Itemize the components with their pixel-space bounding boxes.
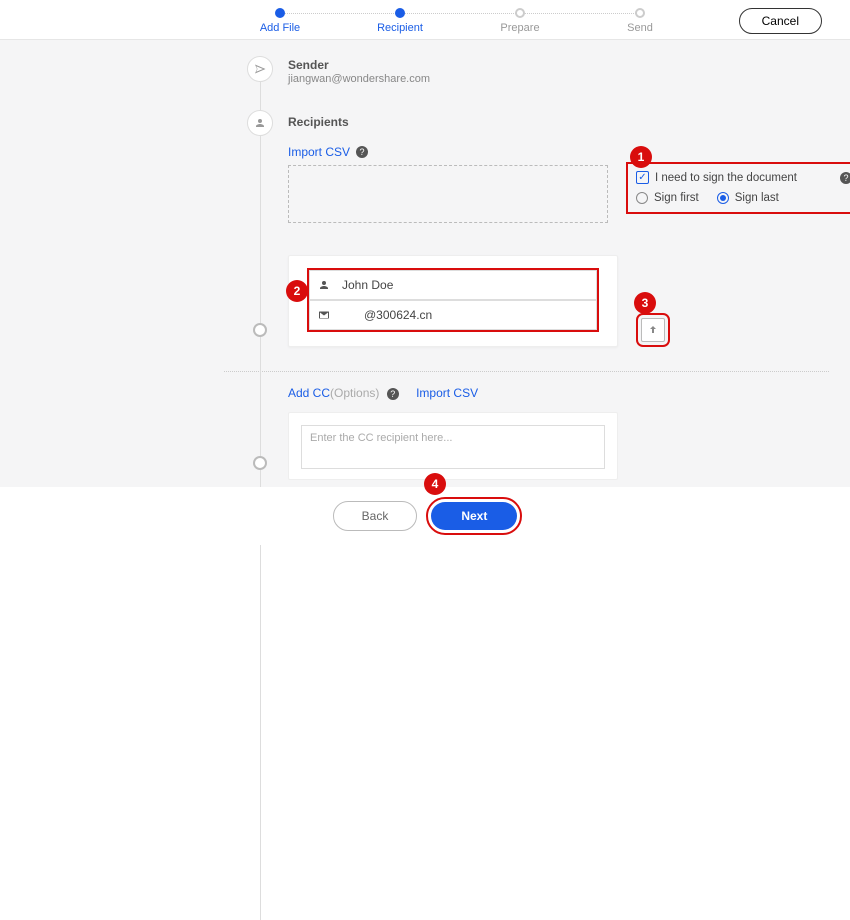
help-icon[interactable]: ? [387, 388, 399, 400]
envelope-icon [318, 309, 332, 321]
step-send[interactable]: Send [580, 8, 700, 34]
sign-options-panel: I need to sign the document ? Sign first… [626, 162, 850, 214]
progress-stepper: Add File Recipient Prepare Send [220, 8, 700, 34]
back-button[interactable]: Back [333, 501, 418, 531]
sign-first-option[interactable]: Sign first [636, 192, 699, 204]
sign-order-row: Sign first Sign last [636, 192, 850, 204]
recipient-card: John Doe @300624.cn [288, 255, 618, 347]
step-connector [280, 13, 400, 14]
step-add-file[interactable]: Add File [220, 8, 340, 34]
cc-placeholder: Enter the CC recipient here... [310, 432, 452, 444]
annotation-badge-1: 1 [630, 146, 652, 168]
cc-links-row: Add CC(Options) ? Import CSV [288, 386, 843, 400]
step-connector [520, 13, 640, 14]
section-divider [224, 371, 829, 372]
radio-icon [636, 192, 648, 204]
top-bar: Add File Recipient Prepare Send Cancel [0, 0, 850, 40]
recipient-email-value: @300624.cn [342, 308, 432, 322]
cc-recipient-input[interactable]: Enter the CC recipient here... [301, 425, 605, 469]
recipient-email-field[interactable]: @300624.cn [309, 300, 597, 330]
cc-import-csv-link[interactable]: Import CSV [416, 386, 478, 400]
help-icon[interactable]: ? [840, 172, 850, 184]
need-sign-label: I need to sign the document [655, 172, 797, 184]
help-icon[interactable]: ? [356, 146, 368, 158]
recipients-title: Recipients [288, 110, 843, 129]
move-up-button[interactable] [641, 318, 665, 342]
footer-bar: Back Next 4 [0, 487, 850, 545]
annotation-badge-4: 4 [424, 473, 446, 495]
step-label: Recipient [377, 22, 423, 34]
csv-dropzone[interactable] [288, 165, 608, 223]
annotation-badge-3: 3 [634, 292, 656, 314]
step-connector [400, 13, 520, 14]
arrow-up-icon [647, 324, 659, 336]
cc-card: Enter the CC recipient here... [288, 412, 618, 480]
step-label: Prepare [500, 22, 539, 34]
step-recipient[interactable]: Recipient [340, 8, 460, 34]
cancel-button[interactable]: Cancel [739, 8, 822, 34]
import-csv-link[interactable]: Import CSV ? [288, 145, 368, 159]
add-cc-link[interactable]: Add CC [288, 386, 330, 400]
person-icon [247, 110, 273, 136]
import-csv-label: Import CSV [288, 145, 350, 159]
sign-last-label: Sign last [735, 192, 779, 204]
step-dot-icon [635, 8, 645, 18]
recipient-fields: John Doe @300624.cn [307, 268, 599, 332]
recipient-name-value: John Doe [342, 278, 393, 292]
sender-row: Sender jiangwan@wondershare.com [238, 58, 843, 98]
paper-plane-icon [247, 56, 273, 82]
main-panel: Sender jiangwan@wondershare.com Recipien… [0, 40, 850, 545]
annotation-badge-2: 2 [286, 280, 308, 302]
timeline-node [253, 323, 267, 337]
step-prepare[interactable]: Prepare [460, 8, 580, 34]
need-sign-row: I need to sign the document ? [636, 171, 850, 184]
sender-email: jiangwan@wondershare.com [288, 73, 843, 85]
step-label: Send [627, 22, 653, 34]
step-label: Add File [260, 22, 300, 34]
content-column: Sender jiangwan@wondershare.com Recipien… [238, 58, 843, 480]
sign-last-option[interactable]: Sign last [717, 192, 779, 204]
recipient-name-field[interactable]: John Doe [309, 270, 597, 300]
cc-options-suffix: (Options) [330, 386, 379, 400]
person-icon [318, 279, 332, 291]
sender-title: Sender [288, 58, 843, 72]
step-dot-icon [395, 8, 405, 18]
cc-section: Add CC(Options) ? Import CSV Enter the C… [238, 386, 843, 480]
radio-icon [717, 192, 729, 204]
need-sign-checkbox[interactable] [636, 171, 649, 184]
next-button[interactable]: Next [431, 502, 517, 530]
sign-first-label: Sign first [654, 192, 699, 204]
step-dot-icon [515, 8, 525, 18]
step-dot-icon [275, 8, 285, 18]
